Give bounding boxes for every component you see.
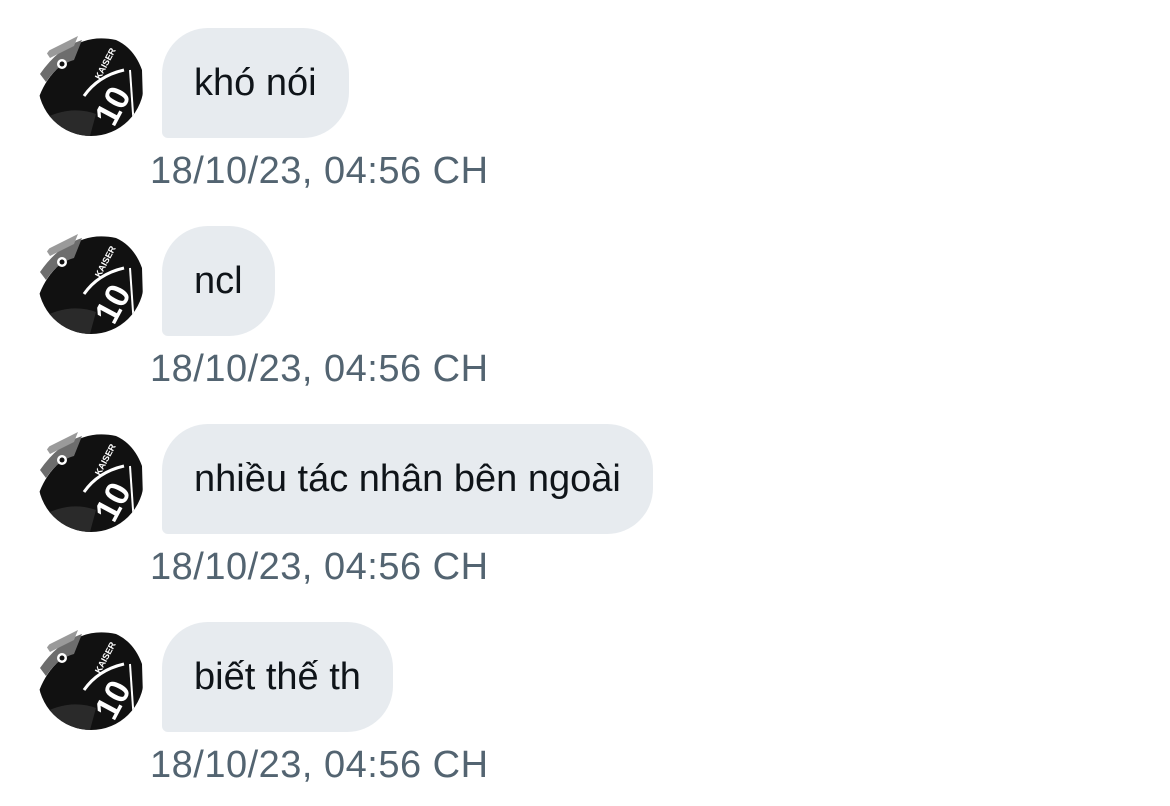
message-bubble[interactable]: biết thế th [162, 622, 393, 732]
message-timestamp: 18/10/23, 04:56 CH [150, 150, 489, 192]
message-bubble[interactable]: ncl [162, 226, 275, 336]
message-timestamp: 18/10/23, 04:56 CH [150, 348, 489, 390]
message-text: biết thế th [194, 655, 361, 698]
sender-avatar[interactable]: KAISER 10 [38, 624, 144, 730]
message-text: khó nói [194, 61, 317, 104]
profile-avatar-icon: KAISER 10 [38, 426, 144, 532]
profile-avatar-icon: KAISER 10 [38, 228, 144, 334]
message-row: KAISER 10 biết thế th 18/10/23, 04:56 CH [0, 594, 1170, 792]
message-text: nhiều tác nhân bên ngoài [194, 457, 621, 500]
message-timestamp: 18/10/23, 04:56 CH [150, 744, 489, 786]
message-row: KAISER 10 khó nói 18/10/23, 04:56 CH [0, 0, 1170, 198]
profile-avatar-icon: KAISER 10 [38, 30, 144, 136]
message-bubble[interactable]: nhiều tác nhân bên ngoài [162, 424, 653, 534]
message-bubble[interactable]: khó nói [162, 28, 349, 138]
sender-avatar[interactable]: KAISER 10 [38, 426, 144, 532]
profile-avatar-icon: KAISER 10 [38, 624, 144, 730]
message-row: KAISER 10 ncl 18/10/23, 04:56 CH [0, 198, 1170, 396]
sender-avatar[interactable]: KAISER 10 [38, 30, 144, 136]
message-row: KAISER 10 nhiều tác nhân bên ngoài 18/10… [0, 396, 1170, 594]
sender-avatar[interactable]: KAISER 10 [38, 228, 144, 334]
message-timestamp: 18/10/23, 04:56 CH [150, 546, 489, 588]
message-text: ncl [194, 259, 243, 302]
